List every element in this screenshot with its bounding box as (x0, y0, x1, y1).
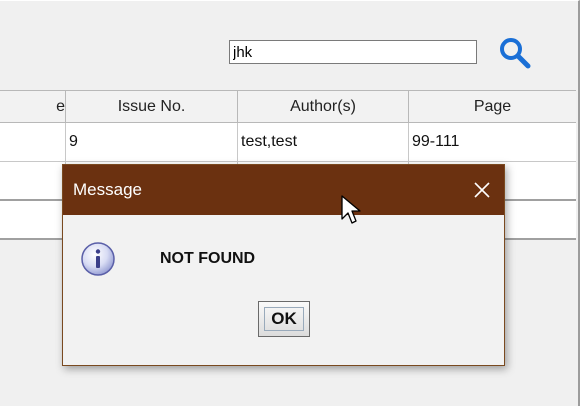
message-dialog: Message NOT FOUND OK (62, 164, 505, 366)
table-cell-authors: test,test (238, 123, 409, 161)
mouse-cursor (341, 195, 361, 224)
search-button[interactable] (496, 35, 536, 71)
search-icon (500, 38, 531, 69)
table-cell-page: 99-111 (412, 133, 460, 150)
column-header-page[interactable]: Page (409, 91, 576, 122)
main-window: e Issue No. Author(s) Page 9 test,test 9… (0, 0, 580, 406)
column-header-issue-no[interactable]: Issue No. (66, 91, 238, 122)
table-cell-empty (0, 162, 66, 200)
search-input[interactable] (229, 40, 477, 64)
ok-button[interactable]: OK (258, 301, 310, 337)
info-icon (81, 242, 115, 276)
dialog-titlebar[interactable]: Message (63, 165, 504, 215)
table-cell-issue-no: 9 (66, 123, 238, 161)
column-header-authors[interactable]: Author(s) (238, 91, 409, 122)
dialog-message: NOT FOUND (160, 250, 256, 267)
column-header-partial[interactable]: e (0, 91, 66, 122)
table-cell-partial (0, 123, 66, 161)
close-button[interactable] (466, 174, 498, 206)
close-icon (474, 182, 490, 198)
table-cell-empty (0, 201, 66, 239)
table-row[interactable]: 9 test,test 99-111 (0, 123, 576, 162)
dialog-title: Message (73, 180, 142, 199)
ok-button-label: OK (271, 309, 297, 328)
table-header: e Issue No. Author(s) Page (0, 90, 576, 123)
